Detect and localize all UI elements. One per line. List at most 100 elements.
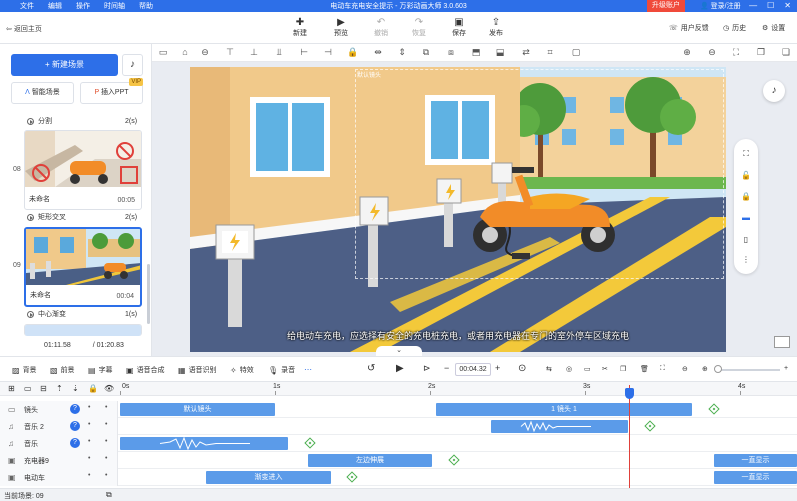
flip-icon[interactable]: ⇄ [520,47,532,58]
track-label[interactable]: ▭ 镜头 ? • • [0,401,118,418]
feedback-button[interactable]: ☏ 用户反馈 [669,23,709,33]
current-time-input[interactable]: 00:04.32 [455,363,491,376]
zoom-in-icon[interactable]: ⊕ [681,47,693,58]
text-tool-icon[interactable]: ▭ [157,47,169,58]
visibility-dot-icon[interactable]: • [88,455,90,462]
frame-icon[interactable]: ▢ [570,47,582,58]
copy-icon[interactable]: ❐ [755,47,767,58]
audio-clip[interactable] [120,437,288,450]
lock-dot-icon[interactable]: • [105,404,107,411]
scene-card-09[interactable]: 未命名 00:04 [24,227,142,307]
track-label[interactable]: ▣ 电动车 • • [0,469,118,486]
toggle-switch[interactable]: ⊙ [518,363,526,374]
align-middle-icon[interactable]: ⊥ [248,47,260,58]
subtitle-text[interactable]: 给电动车充电，应选择有安全的充电桩充电，或者用充电器在专门的室外停车区域充电 [190,329,726,342]
insert-ppt-button[interactable]: P 插入PPT VIP [80,78,143,104]
effects-button[interactable]: ✧ 特效 [230,365,254,375]
preview-button[interactable]: ▶ 预览 [326,17,356,38]
distribute-v-icon[interactable]: ⇕ [396,47,408,58]
foreground-button[interactable]: ▧ 前景 [50,365,75,375]
lock-dot-icon[interactable]: • [105,472,107,479]
publish-button[interactable]: ⇪ 发布 [481,17,511,38]
timeline-zoom-knob[interactable] [714,365,722,373]
rewind-button[interactable]: ↺ [367,363,375,374]
align-center-icon[interactable]: ⊣ [322,47,334,58]
scene-music-button[interactable]: ♪ [122,54,143,76]
upgrade-button[interactable]: 升级账户 [647,0,685,12]
new-scene-button[interactable]: + 新建场景 [11,54,118,76]
time-plus-button[interactable]: + [495,363,500,373]
help-icon[interactable]: ? [70,421,80,431]
fit-timeline-button[interactable]: ⛶ [660,365,665,373]
transition-item[interactable]: 中心渐变 1(s) [27,309,137,319]
timeline-clip[interactable]: 左边伸展 [308,454,432,467]
voice-synthesis-button[interactable]: ▣ 语音合成 [126,365,165,375]
scene-list-scrollbar[interactable] [147,264,150,324]
more-icon[interactable]: ⋮ [741,255,751,264]
keyframe-icon[interactable] [644,420,656,432]
align-bottom-icon[interactable]: ⫫ [273,47,285,58]
minimize-button[interactable]: — [749,0,757,12]
subtitle-button[interactable]: ▤ 字幕 [88,365,113,375]
camera-button[interactable]: ◎ [566,365,572,373]
bring-forward-icon[interactable]: ⬒ [470,47,482,58]
lock-dot-icon[interactable]: • [105,455,107,462]
split-button[interactable]: ✂ [602,365,608,373]
new-button[interactable]: ✚ 新建 [285,17,315,38]
move-down-icon[interactable]: ⇣ [72,384,79,393]
folder-icon[interactable]: ▭ [24,384,32,393]
keyframe-icon[interactable] [448,454,460,466]
timeline-clip[interactable]: 1 镜头 1 [436,403,692,416]
ungroup-icon[interactable]: ⧈ [445,47,457,58]
stage-music-button[interactable]: ♪ [763,80,785,102]
keyframe-icon[interactable] [346,471,358,483]
align-top-icon[interactable]: ⊤ [224,47,236,58]
crop-icon[interactable]: ⌗ [544,47,556,58]
timeline-clip[interactable]: 一直显示 [714,454,797,467]
delete-button[interactable]: 🗑 [640,365,649,373]
track-label[interactable]: ♫ 音乐 ? • • [0,435,118,452]
desktop-icon[interactable]: ▬ [741,213,751,222]
time-minus-button[interactable]: − [444,363,449,373]
loop-button[interactable]: ⇆ [546,365,552,373]
lock-all-icon[interactable]: 🔒 [88,384,98,393]
lock-dot-icon[interactable]: • [105,438,107,445]
smart-scene-button[interactable]: Ʌ 智能场景 [11,82,74,104]
track-label[interactable]: ▣ 充电器9 • • [0,452,118,469]
zoom-timeline-in-button[interactable]: ⊕ [702,365,708,373]
scene-card-08[interactable]: 未命名 00:05 [24,130,142,210]
distribute-h-icon[interactable]: ⇹ [372,47,384,58]
delete-track-icon[interactable]: ⊟ [40,384,47,393]
collapse-stage-button[interactable]: ⌄ [376,346,422,356]
back-home-button[interactable]: ⇦ 返回主页 [6,24,42,34]
mobile-icon[interactable]: ▯ [741,235,751,244]
transition-item[interactable]: 矩形交叉 2(s) [27,212,137,222]
more-options-button[interactable]: ⋯ [304,365,312,374]
keyframe-button[interactable]: ▭ [584,365,591,373]
move-up-icon[interactable]: ⇡ [56,384,63,393]
lock-dot-icon[interactable]: • [105,421,107,428]
copy-button[interactable]: ❐ [620,365,626,373]
timeline-clip[interactable]: 默认镜头 [120,403,275,416]
transition-item[interactable]: 分割 2(s) [27,116,137,126]
audio-clip[interactable] [491,420,628,433]
zoom-plus-button[interactable]: + [784,365,788,372]
record-button[interactable]: 🎙 录音 [268,365,295,375]
close-button[interactable]: ✕ [784,0,791,12]
align-left-icon[interactable]: ⊢ [298,47,310,58]
lock-icon[interactable]: 🔒 [741,192,751,201]
undo-button[interactable]: ↶ 撤销 [366,17,396,38]
paste-icon[interactable]: ❏ [780,47,792,58]
redo-button[interactable]: ↷ 恢复 [404,17,434,38]
stage-canvas[interactable]: 默认镜头 给电动车充电，应选择有安全的充电桩充电，或者用充电器在专门的室外停车区… [190,67,726,352]
maximize-button[interactable]: ☐ [767,0,774,12]
add-track-icon[interactable]: ⊞ [8,384,15,393]
caption-icon[interactable]: ⧉ [106,490,112,500]
lock-icon[interactable]: 🔒 [347,47,359,58]
help-icon[interactable]: ? [70,404,80,414]
minimap-icon[interactable] [774,336,790,348]
track-label[interactable]: ♫ 音乐 2 ? • • [0,418,118,435]
home-icon[interactable]: ⌂ [179,47,191,57]
voice-recognition-button[interactable]: ▦ 语音识别 [178,365,217,375]
keyframe-icon[interactable] [708,403,720,415]
